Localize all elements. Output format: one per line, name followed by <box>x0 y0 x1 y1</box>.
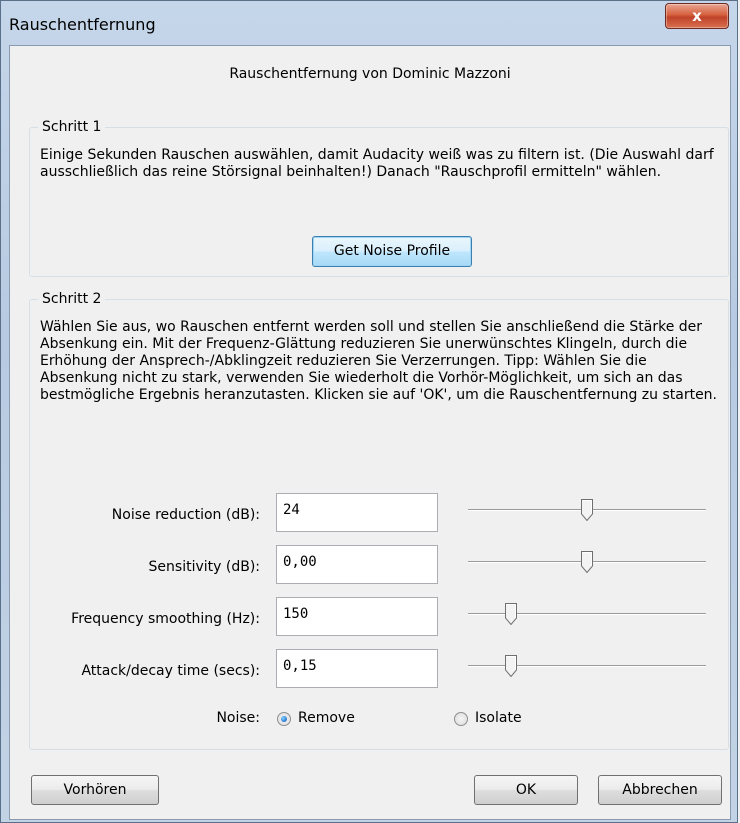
frequency-smoothing-slider-track[interactable] <box>468 613 706 615</box>
get-noise-profile-button[interactable]: Get Noise Profile <box>312 236 472 267</box>
step1-legend: Schritt 1 <box>38 119 106 135</box>
frequency-smoothing-input[interactable]: 150 <box>276 597 438 636</box>
attack-decay-slider-track[interactable] <box>468 665 706 667</box>
close-icon: x <box>692 7 702 25</box>
isolate-radio-label[interactable]: Isolate <box>475 710 522 726</box>
frequency-smoothing-label: Frequency smoothing (Hz): <box>71 611 260 627</box>
frequency-smoothing-slider-thumb[interactable] <box>504 603 517 625</box>
step1-group: Schritt 1 Einige Sekunden Rauschen auswä… <box>29 119 729 277</box>
dialog-body: Rauschentfernung von Dominic Mazzoni Sch… <box>9 45 731 820</box>
attack-decay-label: Attack/decay time (secs): <box>81 663 260 679</box>
attack-decay-slider-thumb[interactable] <box>504 655 517 677</box>
remove-radio[interactable] <box>277 712 291 726</box>
step1-description: Einige Sekunden Rauschen auswählen, dami… <box>40 147 714 180</box>
dialog-header: Rauschentfernung von Dominic Mazzoni <box>229 66 511 82</box>
noise-reduction-slider-thumb[interactable] <box>581 499 593 521</box>
step2-description: Wählen Sie aus, wo Rauschen entfernt wer… <box>40 319 718 403</box>
close-button[interactable]: x <box>665 3 729 29</box>
attack-decay-input[interactable]: 0,15 <box>276 649 438 688</box>
isolate-radio[interactable] <box>454 712 468 726</box>
cancel-button[interactable]: Abbrechen <box>598 775 722 805</box>
window-title: Rauschentfernung <box>9 15 156 34</box>
title-bar[interactable]: Rauschentfernung x <box>1 1 739 37</box>
sensitivity-slider-thumb[interactable] <box>581 551 593 573</box>
sensitivity-input[interactable]: 0,00 <box>276 545 438 584</box>
step2-legend: Schritt 2 <box>38 291 106 307</box>
noise-reduction-input[interactable]: 24 <box>276 493 438 532</box>
dialog-window: Rauschentfernung x Rauschentfernung von … <box>0 0 738 823</box>
noise-mode-label: Noise: <box>216 710 260 726</box>
remove-radio-label[interactable]: Remove <box>298 710 355 726</box>
ok-button[interactable]: OK <box>474 775 578 805</box>
sensitivity-label: Sensitivity (dB): <box>148 559 260 575</box>
noise-reduction-label: Noise reduction (dB): <box>111 507 260 523</box>
preview-button[interactable]: Vorhören <box>31 775 159 805</box>
